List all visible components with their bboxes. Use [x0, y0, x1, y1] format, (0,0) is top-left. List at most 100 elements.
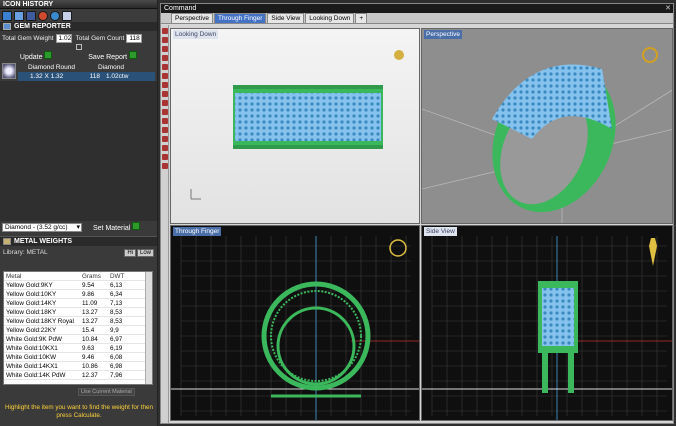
col-metal[interactable]: Metal: [4, 272, 82, 280]
tool-icon[interactable]: [162, 154, 168, 160]
tool-icon[interactable]: [162, 91, 168, 97]
viewport-label-through-finger[interactable]: Through Finger: [173, 227, 222, 236]
globe-icon[interactable]: [50, 11, 60, 21]
use-current-material-button[interactable]: Use Current Material: [78, 388, 135, 396]
viewport-perspective[interactable]: Perspective: [421, 28, 673, 224]
tool-icon[interactable]: [162, 73, 168, 79]
gem-reporter-icon: [3, 23, 11, 30]
metal-dwt: 8,53: [110, 318, 123, 325]
viewport-side-view[interactable]: Side View: [421, 225, 673, 421]
tool-icon[interactable]: [162, 163, 168, 169]
viewport-label-looking-down[interactable]: Looking Down: [173, 30, 219, 39]
table-row[interactable]: Yellow Gold:18KY 13.27 8,53: [4, 308, 152, 317]
table-row[interactable]: White Gold:14K PdW 12.37 7,96: [4, 371, 152, 380]
metal-grams: 11.09: [82, 300, 98, 307]
tool-icon[interactable]: [162, 37, 168, 43]
tool-icon[interactable]: [162, 82, 168, 88]
table-row[interactable]: White Gold:10KX1 9.63 6,19: [4, 344, 152, 353]
metal-grams: 9.86: [82, 291, 95, 298]
save-icon[interactable]: [26, 11, 36, 21]
tab-add[interactable]: +: [355, 13, 368, 23]
metal-grams: 13.27: [82, 309, 98, 316]
metal-table-scrollbar[interactable]: [145, 272, 152, 384]
viewport-area: Command ✕ Perspective Through Finger Sid…: [160, 3, 674, 424]
gem-reporter-title: GEM REPORTER: [14, 23, 71, 30]
tool-icon[interactable]: [162, 64, 168, 70]
material-select-row: Diamond - (3.52 g/cc) Set Material: [0, 221, 157, 233]
viewport-label-side-view[interactable]: Side View: [424, 227, 457, 236]
metal-dwt: 6,08: [110, 354, 123, 361]
folder-icon[interactable]: [62, 11, 72, 21]
tool-icon[interactable]: [162, 118, 168, 124]
table-row[interactable]: Yellow Gold:10KY 9.86 6,34: [4, 290, 152, 299]
tab-side-view[interactable]: Side View: [267, 13, 305, 23]
metal-weights-header: METAL WEIGHTS: [0, 236, 157, 246]
metal-table-header: Metal Grams DWT: [4, 272, 152, 281]
tool-icon[interactable]: [162, 136, 168, 142]
table-row[interactable]: White Gold:9K PdW 10.84 6,97: [4, 335, 152, 344]
gem-weight: 1.02ctw: [106, 73, 129, 80]
save-report-go-icon: [129, 50, 138, 59]
gem-shape: Diamond Round: [28, 64, 75, 71]
gem-row-values: 1.32 X 1.32 118 1.02ctw: [18, 72, 155, 81]
metal-grams: 9.63: [82, 345, 95, 352]
total-gem-count-value: 118: [126, 34, 143, 43]
gem-totals-row: Total Gem Weight 1.02 Total Gem Count 11…: [0, 33, 157, 44]
metal-weights-title: METAL WEIGHTS: [14, 237, 73, 245]
set-material-button[interactable]: Set Material: [93, 222, 141, 232]
metal-name: White Gold:10KW: [6, 354, 57, 361]
tool-icon[interactable]: [162, 46, 168, 52]
metal-weights-hint: Highlight the item you want to find the …: [4, 404, 154, 419]
tab-looking-down[interactable]: Looking Down: [305, 13, 355, 23]
tab-perspective[interactable]: Perspective: [171, 13, 213, 23]
tool-icon[interactable]: [162, 145, 168, 151]
gem-reporter-header: GEM REPORTER: [0, 22, 157, 31]
metal-weights-icon: [3, 238, 11, 245]
metal-name: Yellow Gold:10KY: [6, 291, 57, 298]
tool-icon[interactable]: [162, 109, 168, 115]
left-panel: ICON HISTORY GEM REPORTER Total Gem Weig…: [0, 0, 158, 426]
metal-name: Yellow Gold:22KY: [6, 327, 57, 334]
viewport-label-perspective[interactable]: Perspective: [424, 30, 462, 39]
gem-size: 1.32 X 1.32: [30, 73, 64, 80]
col-grams[interactable]: Grams: [82, 272, 110, 280]
metal-dwt: 9,9: [110, 327, 119, 334]
gem-list-item[interactable]: Diamond Round Diamond 1.32 X 1.32 118 1.…: [2, 63, 155, 81]
render-icon[interactable]: [38, 11, 48, 21]
tab-through-finger[interactable]: Through Finger: [213, 13, 267, 23]
table-row[interactable]: Yellow Gold:9KY 9.54 6,13: [4, 281, 152, 290]
low-button[interactable]: Low: [136, 248, 154, 257]
table-row[interactable]: Yellow Gold:22KY 15.4 9,9: [4, 326, 152, 335]
tool-icon[interactable]: [162, 28, 168, 34]
tool-icon[interactable]: [162, 55, 168, 61]
perspective-render: [422, 47, 672, 223]
material-select[interactable]: Diamond - (3.52 g/cc): [2, 222, 82, 232]
table-row[interactable]: White Gold:14KX1 10.86 6,98: [4, 362, 152, 371]
table-row[interactable]: Yellow Gold:14KY 11.09 7,13: [4, 299, 152, 308]
command-title: Command: [164, 5, 197, 12]
metal-rows: Yellow Gold:9KY 9.54 6,13 Yellow Gold:10KY 9…: [4, 281, 152, 380]
update-button[interactable]: Update: [20, 50, 53, 61]
col-dwt[interactable]: DWT: [110, 272, 144, 280]
metal-name: Yellow Gold:14KY: [6, 300, 57, 307]
viewport-looking-down[interactable]: Looking Down: [170, 28, 420, 224]
new-icon[interactable]: [2, 11, 12, 21]
metal-name: White Gold:10KX1: [6, 345, 58, 352]
looking-down-render: [190, 50, 404, 200]
metal-grams: 9.54: [82, 282, 95, 289]
gem-count: 118: [89, 73, 100, 80]
icon-history-toolbar: [0, 9, 157, 22]
metal-dwt: 6,13: [110, 282, 123, 289]
metal-name: Yellow Gold:18KY Royal: [6, 318, 74, 325]
table-row[interactable]: White Gold:10KW 9.46 6,08: [4, 353, 152, 362]
viewport-through-finger[interactable]: Through Finger: [170, 225, 420, 421]
tool-icon[interactable]: [162, 100, 168, 106]
metal-grams: 12.37: [82, 372, 98, 379]
hi-button[interactable]: Hi: [124, 248, 136, 257]
close-icon[interactable]: ✕: [665, 4, 671, 13]
through-finger-render: [171, 236, 419, 420]
tool-icon[interactable]: [162, 127, 168, 133]
save-report-button[interactable]: Save Report: [88, 50, 138, 61]
open-icon[interactable]: [14, 11, 24, 21]
table-row[interactable]: Yellow Gold:18KY Royal 13.27 8,53: [4, 317, 152, 326]
